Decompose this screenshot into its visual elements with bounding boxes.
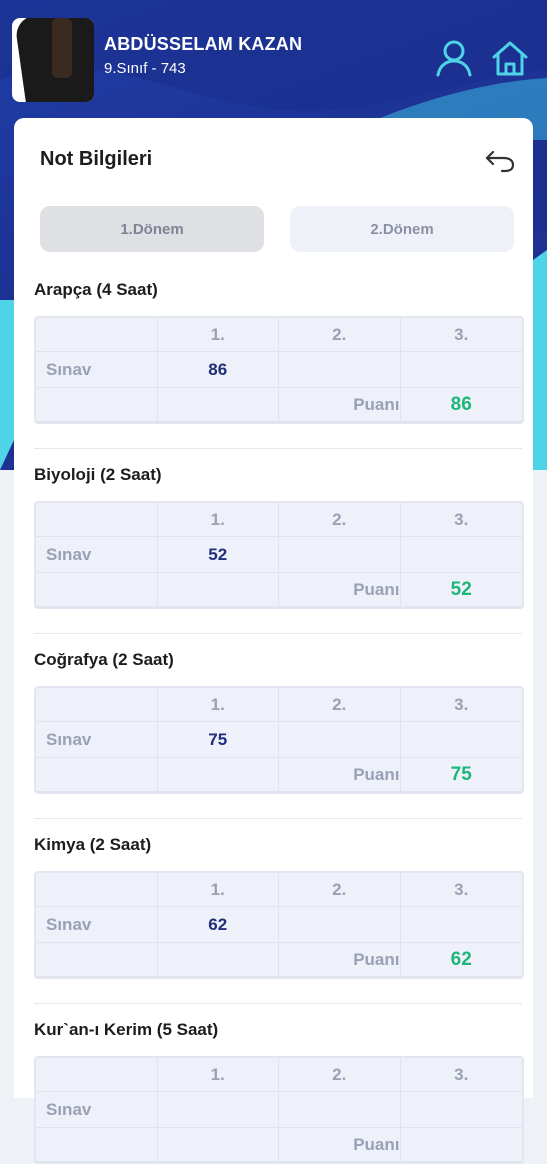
grade-table: 1. 2. 3. Sınav 75 Puanı 75 — [34, 686, 524, 794]
column-header: 3. — [400, 873, 522, 907]
empty-cell — [36, 1128, 158, 1162]
row-label: Sınav — [36, 352, 158, 388]
subject-block: Biyoloji (2 Saat) 1. 2. 3. Sınav 52 Puanı 52 — [34, 465, 524, 634]
column-header: 3. — [400, 1058, 522, 1092]
column-header: 1. — [157, 503, 279, 537]
column-header: 1. — [157, 1058, 279, 1092]
grade-table: 1. 2. 3. Sınav 86 Puanı 86 — [34, 316, 524, 424]
divider — [34, 1003, 522, 1004]
page-title: Not Bilgileri — [40, 148, 153, 170]
table-corner-cell — [36, 873, 158, 907]
column-header: 1. — [157, 688, 279, 722]
empty-cell — [157, 943, 279, 977]
score-label-cell: Puanı — [279, 388, 401, 422]
final-score-cell — [400, 1128, 522, 1162]
column-header: 2. — [279, 688, 401, 722]
score-label-cell: Puanı — [279, 1128, 401, 1162]
score-label-cell: Puanı — [279, 943, 401, 977]
subject-block: Kimya (2 Saat) 1. 2. 3. Sınav 62 Puanı 62 — [34, 835, 524, 1004]
empty-cell — [157, 1128, 279, 1162]
column-header: 2. — [279, 503, 401, 537]
grade-table: 1. 2. 3. Sınav 62 Puanı 62 — [34, 871, 524, 979]
exam-score-cell — [279, 1092, 401, 1128]
user-class-info: 9.Sınıf - 743 — [104, 60, 186, 77]
empty-cell — [36, 573, 158, 607]
exam-score-cell — [400, 352, 522, 388]
column-header: 2. — [279, 873, 401, 907]
column-header: 1. — [157, 318, 279, 352]
subject-block: Arapça (4 Saat) 1. 2. 3. Sınav 86 Puanı 86 — [34, 280, 524, 449]
empty-cell — [157, 573, 279, 607]
user-icon[interactable] — [434, 38, 474, 78]
empty-cell — [157, 388, 279, 422]
column-header: 3. — [400, 318, 522, 352]
empty-cell — [36, 758, 158, 792]
exam-score-cell: 52 — [157, 537, 279, 573]
user-name: ABDÜSSELAM KAZAN — [104, 34, 303, 54]
exam-score-cell — [279, 352, 401, 388]
exam-score-cell — [400, 1092, 522, 1128]
table-corner-cell — [36, 1058, 158, 1092]
empty-cell — [157, 758, 279, 792]
grade-table: 1. 2. 3. Sınav Puanı — [34, 1056, 524, 1164]
empty-cell — [36, 388, 158, 422]
subject-block: Coğrafya (2 Saat) 1. 2. 3. Sınav 75 Puanı 75 — [34, 650, 524, 819]
exam-score-cell: 62 — [157, 907, 279, 943]
final-score-cell: 86 — [400, 388, 522, 422]
table-corner-cell — [36, 318, 158, 352]
app-header: ABDÜSSELAM KAZAN 9.Sınıf - 743 — [0, 0, 547, 118]
empty-cell — [36, 943, 158, 977]
score-label-cell: Puanı — [279, 758, 401, 792]
tab-first-term[interactable]: 1.Dönem — [40, 206, 264, 252]
row-label: Sınav — [36, 1092, 158, 1128]
exam-score-cell — [400, 907, 522, 943]
subject-block: Kur`an-ı Kerim (5 Saat) 1. 2. 3. Sınav Puanı — [34, 1020, 524, 1164]
exam-score-cell — [400, 722, 522, 758]
home-icon[interactable] — [490, 38, 530, 78]
subject-title: Biyoloji (2 Saat) — [34, 465, 162, 484]
grade-table: 1. 2. 3. Sınav 52 Puanı 52 — [34, 501, 524, 609]
subject-title: Coğrafya (2 Saat) — [34, 650, 174, 669]
exam-score-cell — [279, 722, 401, 758]
subject-title: Kimya (2 Saat) — [34, 835, 152, 854]
column-header: 2. — [279, 1058, 401, 1092]
row-label: Sınav — [36, 722, 158, 758]
divider — [34, 633, 522, 634]
exam-score-cell — [279, 537, 401, 573]
exam-score-cell: 75 — [157, 722, 279, 758]
final-score-cell: 52 — [400, 573, 522, 607]
final-score-cell: 62 — [400, 943, 522, 977]
table-corner-cell — [36, 503, 158, 537]
avatar — [12, 18, 94, 102]
subject-title: Kur`an-ı Kerim (5 Saat) — [34, 1020, 219, 1039]
exam-score-cell — [157, 1092, 279, 1128]
table-corner-cell — [36, 688, 158, 722]
grades-card: Not Bilgileri 1.Dönem 2.Dönem Arapça (4 … — [14, 118, 533, 1164]
column-header: 1. — [157, 873, 279, 907]
row-label: Sınav — [36, 537, 158, 573]
tab-second-term[interactable]: 2.Dönem — [290, 206, 514, 252]
final-score-cell: 75 — [400, 758, 522, 792]
divider — [34, 818, 522, 819]
subject-title: Arapça (4 Saat) — [34, 280, 158, 299]
exam-score-cell — [279, 907, 401, 943]
column-header: 3. — [400, 503, 522, 537]
divider — [34, 448, 522, 449]
row-label: Sınav — [36, 907, 158, 943]
exam-score-cell: 86 — [157, 352, 279, 388]
score-label-cell: Puanı — [279, 573, 401, 607]
column-header: 2. — [279, 318, 401, 352]
exam-score-cell — [400, 537, 522, 573]
undo-arrow-icon[interactable] — [484, 148, 516, 174]
column-header: 3. — [400, 688, 522, 722]
